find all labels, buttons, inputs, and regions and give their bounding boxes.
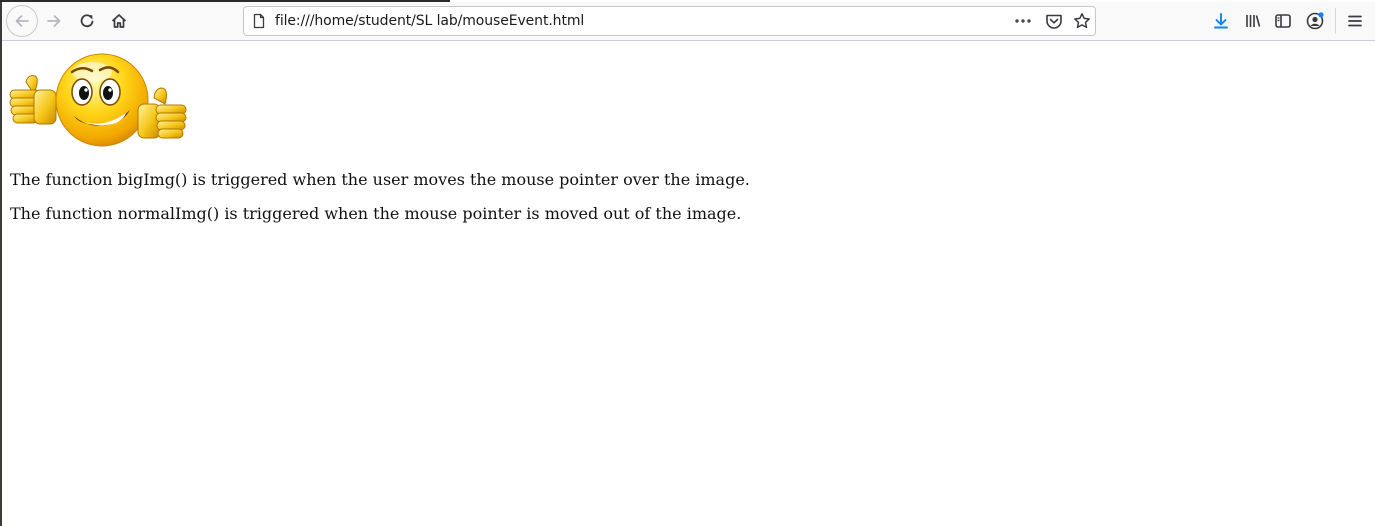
sidebar-icon bbox=[1275, 14, 1291, 28]
reload-icon bbox=[80, 14, 94, 28]
sidebar-button[interactable] bbox=[1271, 9, 1295, 33]
toolbar-separator bbox=[1335, 8, 1336, 34]
arrow-right-icon bbox=[47, 15, 61, 27]
back-button[interactable] bbox=[6, 5, 38, 37]
page-icon bbox=[253, 13, 265, 29]
menu-button[interactable] bbox=[1343, 9, 1367, 33]
library-icon bbox=[1246, 15, 1261, 27]
hamburger-menu-icon bbox=[1348, 15, 1362, 27]
home-button[interactable] bbox=[105, 7, 133, 35]
arrow-left-icon bbox=[15, 15, 29, 27]
forward-button[interactable] bbox=[40, 7, 68, 35]
download-icon bbox=[1214, 13, 1228, 29]
account-button[interactable] bbox=[1303, 9, 1327, 33]
downloads-button[interactable] bbox=[1209, 9, 1233, 33]
ellipsis-icon[interactable] bbox=[1014, 13, 1032, 29]
reload-button[interactable] bbox=[73, 7, 101, 35]
library-button[interactable] bbox=[1241, 9, 1265, 33]
page-content: The function bigImg() is triggered when … bbox=[2, 42, 1375, 526]
paragraph-bigimg-description: The function bigImg() is triggered when … bbox=[10, 170, 750, 189]
paragraph-normalimg-description: The function normalImg() is triggered wh… bbox=[10, 204, 742, 223]
star-icon[interactable] bbox=[1073, 12, 1091, 30]
thumbs-up-smiley-image[interactable] bbox=[8, 52, 188, 148]
url-text[interactable]: file:///home/student/SL lab/mouseEvent.h… bbox=[275, 13, 584, 29]
url-bar[interactable]: file:///home/student/SL lab/mouseEvent.h… bbox=[243, 6, 1096, 36]
browser-toolbar: file:///home/student/SL lab/mouseEvent.h… bbox=[2, 2, 1375, 41]
pocket-icon[interactable] bbox=[1045, 13, 1063, 29]
home-icon bbox=[111, 14, 127, 28]
account-icon bbox=[1306, 12, 1324, 30]
